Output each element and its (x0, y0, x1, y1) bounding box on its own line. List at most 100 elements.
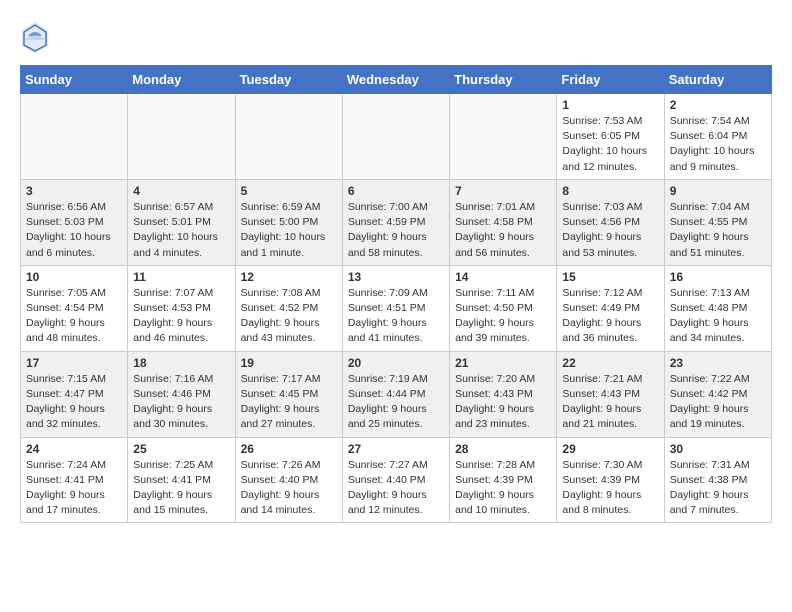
day-info: Sunrise: 7:30 AM Sunset: 4:39 PM Dayligh… (562, 458, 658, 519)
calendar: SundayMondayTuesdayWednesdayThursdayFrid… (20, 65, 772, 523)
day-info: Sunrise: 7:08 AM Sunset: 4:52 PM Dayligh… (241, 286, 337, 347)
calendar-cell: 24 Sunrise: 7:24 AM Sunset: 4:41 PM Dayli… (21, 437, 128, 523)
calendar-cell: 19 Sunrise: 7:17 AM Sunset: 4:45 PM Dayli… (235, 351, 342, 437)
day-number: 15 (562, 270, 658, 284)
calendar-cell: 26Sunrise: 7:26 AM Sunset: 4:40 PM Dayli… (235, 437, 342, 523)
day-number: 12 (241, 270, 337, 284)
day-number: 1 (562, 98, 658, 112)
day-info: Sunrise: 7:27 AM Sunset: 4:40 PM Dayligh… (348, 458, 444, 519)
day-info: Sunrise: 7:01 AM Sunset: 4:58 PM Dayligh… (455, 200, 551, 261)
logo (20, 20, 54, 55)
day-of-week-header: Sunday (21, 66, 128, 94)
day-number: 30 (670, 442, 766, 456)
day-info: Sunrise: 7:05 AM Sunset: 4:54 PM Dayligh… (26, 286, 122, 347)
calendar-cell: 4Sunrise: 6:57 AM Sunset: 5:01 PM Daylig… (128, 179, 235, 265)
calendar-cell: 23Sunrise: 7:22 AM Sunset: 4:42 PM Dayli… (664, 351, 771, 437)
calendar-week-row: 1 Sunrise: 7:53 AM Sunset: 6:05 PM Daylig… (21, 94, 772, 180)
day-number: 18 (133, 356, 229, 370)
day-info: Sunrise: 7:09 AM Sunset: 4:51 PM Dayligh… (348, 286, 444, 347)
calendar-cell: 15 Sunrise: 7:12 AM Sunset: 4:49 PM Dayli… (557, 265, 664, 351)
day-info: Sunrise: 6:59 AM Sunset: 5:00 PM Dayligh… (241, 200, 337, 261)
day-number: 28 (455, 442, 551, 456)
day-number: 21 (455, 356, 551, 370)
day-info: Sunrise: 7:53 AM Sunset: 6:05 PM Dayligh… (562, 114, 658, 175)
day-number: 10 (26, 270, 122, 284)
day-info: Sunrise: 7:13 AM Sunset: 4:48 PM Dayligh… (670, 286, 766, 347)
day-info: Sunrise: 7:24 AM Sunset: 4:41 PM Dayligh… (26, 458, 122, 519)
day-info: Sunrise: 7:20 AM Sunset: 4:43 PM Dayligh… (455, 372, 551, 433)
calendar-cell: 5 Sunrise: 6:59 AM Sunset: 5:00 PM Daylig… (235, 179, 342, 265)
calendar-cell: 14Sunrise: 7:11 AM Sunset: 4:50 PM Dayli… (450, 265, 557, 351)
day-info: Sunrise: 7:28 AM Sunset: 4:39 PM Dayligh… (455, 458, 551, 519)
calendar-cell (128, 94, 235, 180)
day-number: 23 (670, 356, 766, 370)
day-of-week-header: Tuesday (235, 66, 342, 94)
day-info: Sunrise: 7:16 AM Sunset: 4:46 PM Dayligh… (133, 372, 229, 433)
logo-icon (20, 20, 50, 55)
day-number: 6 (348, 184, 444, 198)
day-info: Sunrise: 7:12 AM Sunset: 4:49 PM Dayligh… (562, 286, 658, 347)
day-number: 20 (348, 356, 444, 370)
calendar-week-row: 10 Sunrise: 7:05 AM Sunset: 4:54 PM Dayli… (21, 265, 772, 351)
page-header (20, 20, 772, 55)
day-info: Sunrise: 6:57 AM Sunset: 5:01 PM Dayligh… (133, 200, 229, 261)
day-of-week-header: Wednesday (342, 66, 449, 94)
day-number: 2 (670, 98, 766, 112)
day-number: 3 (26, 184, 122, 198)
day-number: 16 (670, 270, 766, 284)
calendar-week-row: 17 Sunrise: 7:15 AM Sunset: 4:47 PM Dayli… (21, 351, 772, 437)
calendar-cell: 9 Sunrise: 7:04 AM Sunset: 4:55 PM Daylig… (664, 179, 771, 265)
day-info: Sunrise: 7:03 AM Sunset: 4:56 PM Dayligh… (562, 200, 658, 261)
day-number: 5 (241, 184, 337, 198)
calendar-cell: 27 Sunrise: 7:27 AM Sunset: 4:40 PM Dayli… (342, 437, 449, 523)
calendar-cell: 20 Sunrise: 7:19 AM Sunset: 4:44 PM Dayli… (342, 351, 449, 437)
calendar-cell: 2Sunrise: 7:54 AM Sunset: 6:04 PM Daylig… (664, 94, 771, 180)
day-info: Sunrise: 7:25 AM Sunset: 4:41 PM Dayligh… (133, 458, 229, 519)
calendar-cell: 16 Sunrise: 7:13 AM Sunset: 4:48 PM Dayli… (664, 265, 771, 351)
calendar-cell: 30 Sunrise: 7:31 AM Sunset: 4:38 PM Dayli… (664, 437, 771, 523)
day-number: 19 (241, 356, 337, 370)
day-info: Sunrise: 7:00 AM Sunset: 4:59 PM Dayligh… (348, 200, 444, 261)
day-info: Sunrise: 7:04 AM Sunset: 4:55 PM Dayligh… (670, 200, 766, 261)
calendar-cell: 10 Sunrise: 7:05 AM Sunset: 4:54 PM Dayli… (21, 265, 128, 351)
day-number: 17 (26, 356, 122, 370)
day-number: 27 (348, 442, 444, 456)
day-number: 24 (26, 442, 122, 456)
day-number: 8 (562, 184, 658, 198)
day-number: 9 (670, 184, 766, 198)
day-info: Sunrise: 7:31 AM Sunset: 4:38 PM Dayligh… (670, 458, 766, 519)
day-number: 25 (133, 442, 229, 456)
day-of-week-header: Thursday (450, 66, 557, 94)
day-number: 14 (455, 270, 551, 284)
day-number: 29 (562, 442, 658, 456)
day-number: 13 (348, 270, 444, 284)
calendar-cell: 6 Sunrise: 7:00 AM Sunset: 4:59 PM Daylig… (342, 179, 449, 265)
calendar-cell: 11 Sunrise: 7:07 AM Sunset: 4:53 PM Dayli… (128, 265, 235, 351)
calendar-cell: 22 Sunrise: 7:21 AM Sunset: 4:43 PM Dayli… (557, 351, 664, 437)
day-number: 7 (455, 184, 551, 198)
day-of-week-header: Monday (128, 66, 235, 94)
calendar-cell: 25 Sunrise: 7:25 AM Sunset: 4:41 PM Dayli… (128, 437, 235, 523)
day-info: Sunrise: 7:21 AM Sunset: 4:43 PM Dayligh… (562, 372, 658, 433)
calendar-cell: 13 Sunrise: 7:09 AM Sunset: 4:51 PM Dayli… (342, 265, 449, 351)
calendar-cell: 1 Sunrise: 7:53 AM Sunset: 6:05 PM Daylig… (557, 94, 664, 180)
calendar-cell (21, 94, 128, 180)
day-info: Sunrise: 7:19 AM Sunset: 4:44 PM Dayligh… (348, 372, 444, 433)
day-info: Sunrise: 7:15 AM Sunset: 4:47 PM Dayligh… (26, 372, 122, 433)
calendar-cell: 17 Sunrise: 7:15 AM Sunset: 4:47 PM Dayli… (21, 351, 128, 437)
calendar-cell: 21 Sunrise: 7:20 AM Sunset: 4:43 PM Dayli… (450, 351, 557, 437)
calendar-cell: 29 Sunrise: 7:30 AM Sunset: 4:39 PM Dayli… (557, 437, 664, 523)
day-info: Sunrise: 7:07 AM Sunset: 4:53 PM Dayligh… (133, 286, 229, 347)
day-of-week-header: Friday (557, 66, 664, 94)
calendar-cell: 18 Sunrise: 7:16 AM Sunset: 4:46 PM Dayli… (128, 351, 235, 437)
calendar-cell: 28 Sunrise: 7:28 AM Sunset: 4:39 PM Dayli… (450, 437, 557, 523)
day-number: 22 (562, 356, 658, 370)
day-info: Sunrise: 6:56 AM Sunset: 5:03 PM Dayligh… (26, 200, 122, 261)
day-number: 11 (133, 270, 229, 284)
day-number: 26 (241, 442, 337, 456)
calendar-cell: 8 Sunrise: 7:03 AM Sunset: 4:56 PM Daylig… (557, 179, 664, 265)
day-of-week-header: Saturday (664, 66, 771, 94)
calendar-cell (235, 94, 342, 180)
calendar-week-row: 24 Sunrise: 7:24 AM Sunset: 4:41 PM Dayli… (21, 437, 772, 523)
day-info: Sunrise: 7:17 AM Sunset: 4:45 PM Dayligh… (241, 372, 337, 433)
